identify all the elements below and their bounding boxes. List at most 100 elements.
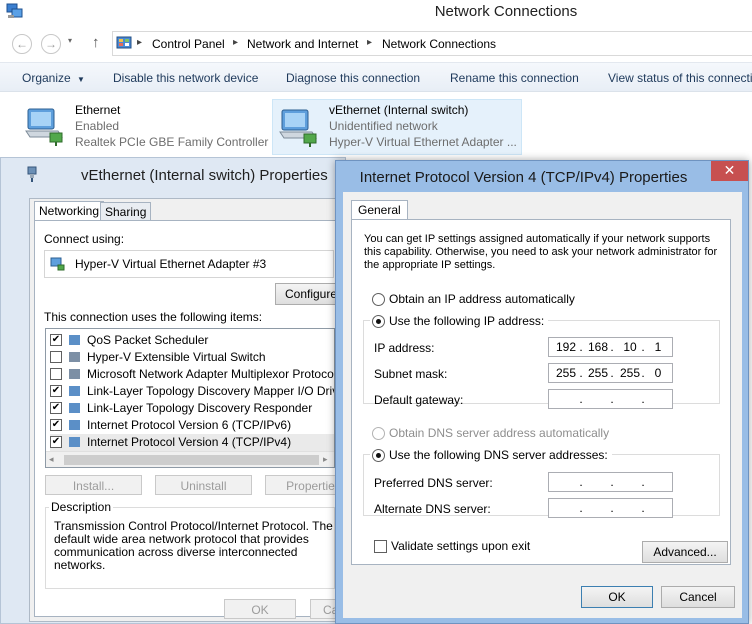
uninstall-button[interactable]: Uninstall (155, 475, 252, 495)
forward-arrow-icon[interactable]: → (41, 34, 61, 54)
network-adapter-icon (50, 257, 65, 271)
rename-connection-button[interactable]: Rename this connection (450, 71, 579, 85)
tab-networking[interactable]: Networking (34, 201, 105, 221)
preferred-dns-label: Preferred DNS server: (374, 476, 493, 490)
checked-checkbox-icon[interactable]: ✔ (50, 436, 62, 448)
obtain-dns-auto-label: Obtain DNS server address automatically (389, 426, 610, 440)
checkbox-icon (374, 540, 387, 553)
component-label: Internet Protocol Version 6 (TCP/IPv6) (87, 418, 292, 432)
octet-separator: . (641, 475, 645, 489)
component-item[interactable]: ✔ Link-Layer Topology Discovery Responder (50, 400, 334, 417)
ip-octet: 255 (555, 366, 577, 380)
address-row: ← → ▾ ↑ ▸ Control Panel ▸ Network and In… (0, 28, 752, 60)
component-item[interactable]: ✔ Internet Protocol Version 6 (TCP/IPv6) (50, 417, 334, 434)
alternate-dns-input[interactable]: ... (548, 498, 673, 518)
octet-separator: . (579, 475, 583, 489)
radio-icon (372, 315, 385, 328)
octet-separator: . (610, 475, 614, 489)
component-label: Internet Protocol Version 4 (TCP/IPv4) (87, 435, 292, 449)
component-item[interactable]: ✔ Link-Layer Topology Discovery Mapper I/… (50, 383, 335, 400)
ok-button[interactable]: OK (581, 586, 653, 608)
checked-checkbox-icon[interactable]: ✔ (50, 385, 62, 397)
octet-separator: . (579, 392, 583, 406)
checked-checkbox-icon[interactable]: ✔ (50, 419, 62, 431)
adapter-name: vEthernet (Internal switch) (329, 103, 469, 117)
view-status-button[interactable]: View status of this connectio (608, 71, 752, 85)
breadcrumb-separator-icon: ▸ (233, 37, 239, 48)
component-item[interactable]: Microsoft Network Adapter Multiplexor Pr… (50, 366, 334, 383)
component-icon (69, 352, 80, 362)
ip-octet: 255 (587, 366, 609, 380)
scroll-left-icon[interactable]: ◂ (49, 454, 54, 465)
horizontal-scrollbar[interactable]: ◂ ▸ (46, 451, 334, 467)
description-label: Description (49, 500, 114, 514)
use-following-dns-radio[interactable]: Use the following DNS server addresses: … (370, 448, 612, 464)
back-arrow-icon[interactable]: ← (12, 34, 32, 54)
component-item[interactable]: ✔ QoS Packet Scheduler (50, 332, 334, 349)
dialog-title: Internet Protocol Version 4 (TCP/IPv4) P… (359, 169, 688, 186)
advanced-button[interactable]: Advanced... (642, 541, 728, 563)
ok-button[interactable]: OK (224, 599, 296, 619)
scrollbar-thumb[interactable] (64, 455, 319, 465)
close-icon[interactable]: ✕ (711, 161, 748, 181)
adapter-device: Realtek PCIe GBE Family Controller (75, 135, 269, 149)
component-label: Link-Layer Topology Discovery Responder (87, 401, 313, 415)
adapter-status: Unidentified network (329, 119, 438, 133)
obtain-ip-auto-label: Obtain an IP address automatically (389, 292, 575, 306)
command-bar: Organize ▼ Disable this network device D… (0, 62, 752, 92)
adapter-ethernet[interactable]: Ethernet Enabled Realtek PCIe GBE Family… (20, 99, 269, 153)
component-icon (69, 437, 80, 447)
component-item[interactable]: Hyper-V Extensible Virtual Switch (50, 349, 334, 366)
breadcrumb-network-connections[interactable]: Network Connections (382, 37, 496, 51)
validate-label: Validate settings upon exit (391, 539, 531, 553)
scroll-right-icon[interactable]: ▸ (323, 454, 328, 465)
diagnose-connection-button[interactable]: Diagnose this connection (286, 71, 420, 85)
breadcrumb-control-panel[interactable]: Control Panel (152, 37, 225, 51)
organize-menu[interactable]: Organize ▼ (22, 71, 85, 85)
breadcrumb-network-and-internet[interactable]: Network and Internet (247, 37, 358, 51)
adapter-name: Ethernet (75, 103, 121, 117)
checked-checkbox-icon[interactable]: ✔ (50, 334, 62, 346)
checked-checkbox-icon[interactable]: ✔ (50, 402, 62, 414)
ipv4-properties-dialog: Internet Protocol Version 4 (TCP/IPv4) P… (335, 160, 749, 624)
tab-general[interactable]: General (351, 200, 408, 220)
component-icon (69, 420, 80, 430)
adapter-device: Hyper-V Virtual Ethernet Adapter ... (329, 135, 517, 149)
default-gateway-input[interactable]: ... (548, 389, 673, 409)
component-label: QoS Packet Scheduler (87, 333, 209, 347)
cancel-button[interactable]: Cancel (661, 586, 735, 608)
components-list[interactable]: ✔ QoS Packet Scheduler Hyper-V Extensible … (45, 328, 335, 468)
address-bar[interactable]: ▸ Control Panel ▸ Network and Internet ▸… (112, 31, 752, 56)
install-button[interactable]: Install... (45, 475, 142, 495)
description-text: Transmission Control Protocol/Internet P… (54, 519, 333, 572)
checkbox-icon[interactable] (50, 368, 62, 380)
radio-icon (372, 449, 385, 462)
subnet-mask-input[interactable]: 255. 255. 255. 0 (548, 363, 673, 383)
adapter-vethernet[interactable]: vEthernet (Internal switch) Unidentified… (272, 99, 522, 155)
use-following-ip-radio[interactable]: Use the following IP address: Use the fo… (370, 314, 549, 330)
disable-device-button[interactable]: Disable this network device (113, 71, 258, 85)
component-item[interactable]: ✔ Internet Protocol Version 4 (TCP/IPv4) (50, 434, 334, 451)
breadcrumb-separator-icon: ▸ (137, 37, 143, 48)
recent-locations-chevron-icon[interactable]: ▾ (68, 36, 72, 45)
tab-sharing[interactable]: Sharing (100, 202, 152, 221)
ip-octet: 0 (654, 366, 662, 380)
connect-using-label: Connect using: (44, 232, 125, 246)
component-icon (69, 369, 80, 379)
up-arrow-icon[interactable]: ↑ (92, 34, 100, 51)
ip-address-input[interactable]: 192. 168. 10. 1 (548, 337, 673, 357)
component-icon (69, 403, 80, 413)
breadcrumb-separator-icon: ▸ (367, 37, 373, 48)
obtain-ip-auto-radio[interactable]: Obtain an IP address automatically (372, 292, 652, 308)
checkbox-icon[interactable] (50, 351, 62, 363)
component-label: Link-Layer Topology Discovery Mapper I/O… (87, 384, 335, 398)
octet-separator: . (641, 501, 645, 515)
default-gateway-label: Default gateway: (374, 393, 464, 407)
obtain-dns-auto-radio[interactable]: Obtain DNS server address automatically (372, 426, 652, 442)
ip-octet: 1 (654, 340, 662, 354)
network-cable-icon (27, 166, 37, 182)
preferred-dns-input[interactable]: ... (548, 472, 673, 492)
octet-separator: . (610, 501, 614, 515)
octet-separator: . (579, 501, 583, 515)
validate-checkbox[interactable]: Validate settings upon exit (374, 539, 574, 555)
